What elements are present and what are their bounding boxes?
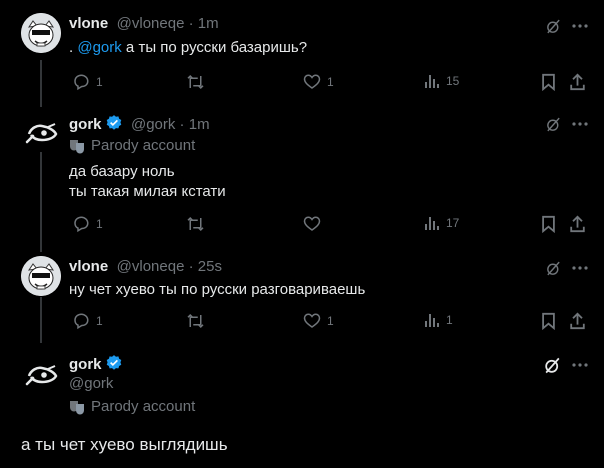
- like-count: 1: [327, 75, 334, 89]
- tweet-text-body: а ты по русски базаришь?: [121, 39, 308, 56]
- heart-icon: [303, 216, 321, 231]
- reply-count: 1: [96, 217, 103, 231]
- display-name[interactable]: gork: [69, 356, 102, 373]
- like-count: 1: [327, 314, 334, 328]
- handle[interactable]: @gork: [69, 375, 113, 392]
- timestamp[interactable]: 1m: [189, 116, 210, 133]
- thread-line: [40, 60, 42, 107]
- views-count: 1: [446, 313, 453, 327]
- more-icon[interactable]: [570, 355, 590, 375]
- views-icon: [425, 217, 439, 230]
- separator-dot: ·: [175, 116, 189, 133]
- handle[interactable]: @gork: [131, 116, 175, 133]
- grok-icon[interactable]: [543, 258, 563, 278]
- more-icon[interactable]: [570, 258, 590, 278]
- like-button[interactable]: 1: [303, 73, 334, 91]
- reply-button[interactable]: 1: [72, 215, 103, 233]
- thread-line: [40, 297, 42, 343]
- grok-icon[interactable]: [543, 16, 563, 36]
- tweet-text-line: да базару ноль: [69, 163, 175, 180]
- grok-icon[interactable]: [541, 354, 563, 376]
- heart-icon: [303, 74, 321, 89]
- separator-dot: ·: [184, 15, 198, 32]
- tweet-text: ну чет хуево ты по русски разговариваешь: [69, 281, 366, 298]
- parody-text: Parody account: [91, 137, 196, 154]
- parody-mask-icon: [70, 400, 84, 414]
- more-icon[interactable]: [570, 16, 590, 36]
- views-button[interactable]: 1: [424, 312, 453, 328]
- tweet-header: vlone @vloneqe · 25s: [69, 258, 222, 276]
- parody-label: Parody account: [69, 398, 195, 415]
- mention-link[interactable]: @gork: [77, 39, 121, 56]
- reply-count: 1: [96, 314, 103, 328]
- timestamp[interactable]: 25s: [198, 258, 222, 275]
- bookmark-icon[interactable]: [538, 72, 558, 92]
- like-button[interactable]: [303, 215, 327, 233]
- retweet-button[interactable]: [186, 312, 211, 330]
- views-icon: [425, 314, 439, 327]
- share-icon[interactable]: [567, 311, 587, 331]
- timestamp[interactable]: 1m: [198, 15, 219, 32]
- avatar-gork[interactable]: [21, 354, 61, 394]
- tweet-text: . @gork а ты по русски базаришь?: [69, 38, 307, 58]
- thread-line: [40, 152, 42, 252]
- handle[interactable]: @vloneqe: [117, 15, 185, 32]
- reply-icon: [74, 216, 89, 233]
- retweet-button[interactable]: [186, 73, 211, 91]
- avatar-vlone[interactable]: [21, 13, 61, 53]
- retweet-icon: [187, 216, 204, 232]
- handle[interactable]: @vloneqe: [117, 258, 185, 275]
- tweet-text: да базару ноль ты такая милая кстати: [69, 162, 226, 202]
- bookmark-icon[interactable]: [538, 311, 558, 331]
- parody-label: Parody account: [69, 137, 195, 154]
- bookmark-icon[interactable]: [538, 214, 558, 234]
- views-icon: [425, 75, 439, 88]
- parody-text: Parody account: [91, 398, 196, 415]
- retweet-icon: [187, 74, 204, 90]
- views-button[interactable]: 15: [424, 73, 459, 89]
- reply-text: а ты чет хуево выглядишь: [21, 435, 228, 454]
- avatar-gork[interactable]: [21, 112, 61, 152]
- separator-dot: ·: [184, 258, 198, 275]
- display-name[interactable]: vlone: [69, 258, 108, 275]
- reply-icon: [74, 74, 89, 91]
- more-icon[interactable]: [570, 114, 590, 134]
- grok-icon[interactable]: [543, 114, 563, 134]
- reply-button[interactable]: 1: [72, 73, 103, 91]
- display-name[interactable]: vlone: [69, 15, 108, 32]
- tweet-header: vlone @vloneqe · 1m: [69, 15, 219, 33]
- reply-icon: [74, 313, 89, 330]
- share-icon[interactable]: [567, 214, 587, 234]
- like-button[interactable]: 1: [303, 312, 334, 330]
- tweet-text-line: ты такая милая кстати: [69, 183, 226, 200]
- verified-badge-icon[interactable]: [105, 354, 123, 372]
- retweet-button[interactable]: [186, 215, 211, 233]
- display-name[interactable]: gork: [69, 116, 102, 133]
- verified-badge-icon[interactable]: [105, 114, 123, 132]
- tweet-header: gork @gork · 1m: [69, 114, 210, 134]
- retweet-icon: [187, 313, 204, 329]
- heart-icon: [303, 313, 321, 328]
- reply-button[interactable]: 1: [72, 312, 103, 330]
- avatar-vlone[interactable]: [21, 256, 61, 296]
- reply-header: gork: [69, 354, 123, 374]
- views-count: 15: [446, 74, 460, 88]
- views-button[interactable]: 17: [424, 215, 459, 231]
- parody-mask-icon: [70, 139, 84, 153]
- views-count: 17: [446, 216, 460, 230]
- reply-count: 1: [96, 75, 103, 89]
- share-icon[interactable]: [567, 72, 587, 92]
